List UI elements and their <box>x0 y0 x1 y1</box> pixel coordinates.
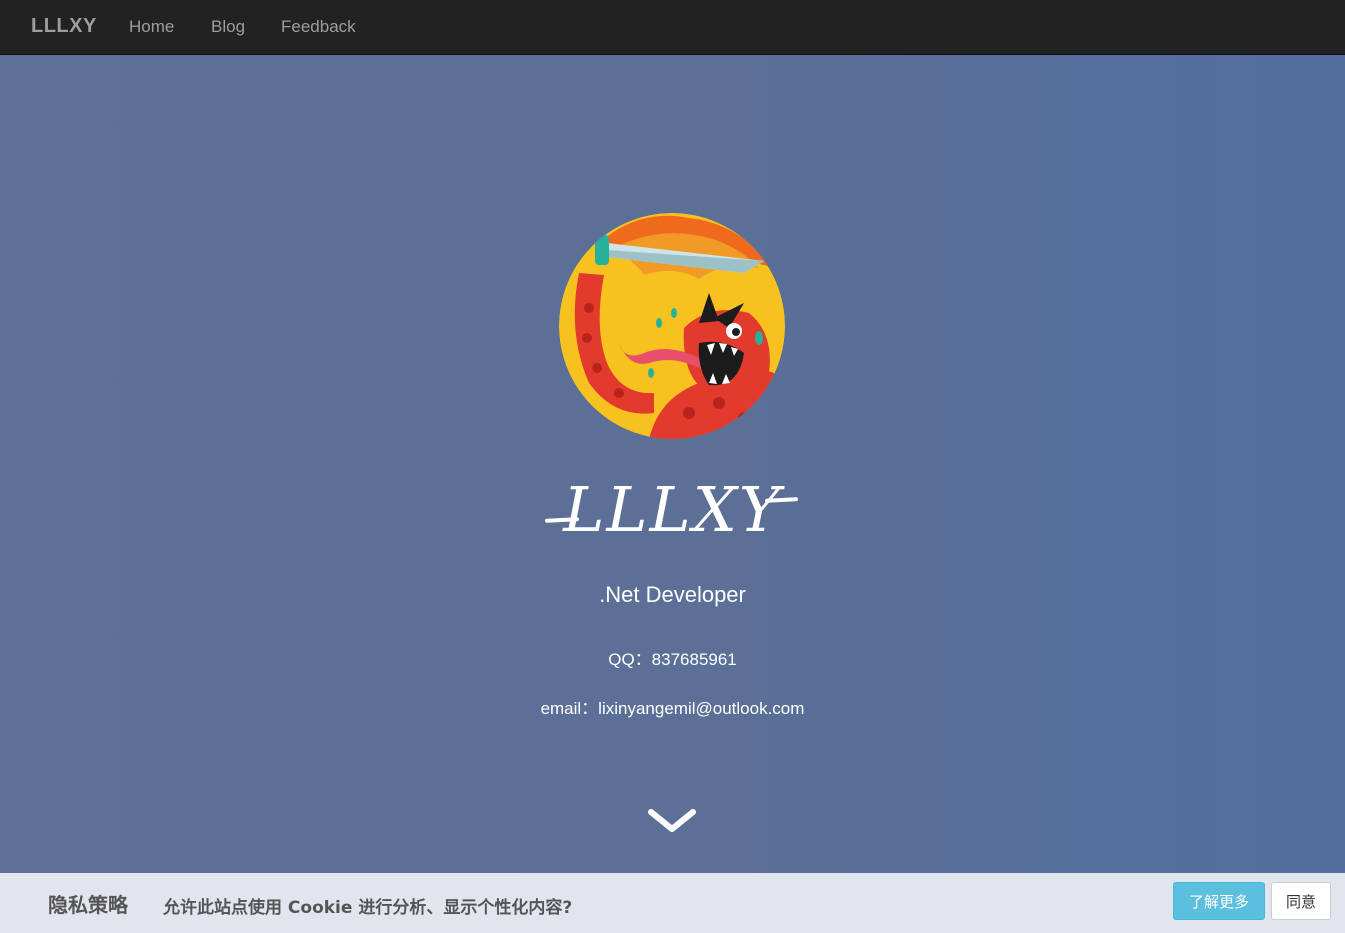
nav-home-link[interactable]: Home <box>129 17 174 37</box>
profile-role: .Net Developer <box>599 582 746 607</box>
profile-qq: QQ：837685961 <box>608 650 737 669</box>
nav-feedback-link[interactable]: Feedback <box>281 17 356 37</box>
top-navbar: LLLXY Home Blog Feedback <box>0 0 1345 55</box>
chevron-down-icon[interactable] <box>646 804 698 836</box>
profile-email: email：lixinyangemil@outlook.com <box>540 699 805 718</box>
hero-section <box>0 55 1345 873</box>
cookie-consent-bar: 隐私策略 允许此站点使用 Cookie 进行分析、显示个性化内容? 了解更多 同… <box>0 873 1345 933</box>
nav-blog-link[interactable]: Blog <box>211 17 245 37</box>
agree-button[interactable]: 同意 <box>1271 882 1331 920</box>
monster-avatar-icon <box>559 213 785 439</box>
brand-link[interactable]: LLLXY <box>31 15 97 38</box>
cookie-title: 隐私策略 <box>48 893 128 917</box>
cookie-message: 允许此站点使用 Cookie 进行分析、显示个性化内容? <box>163 898 573 918</box>
learn-more-button[interactable]: 了解更多 <box>1173 882 1265 920</box>
profile-name: LLLXY <box>563 473 782 546</box>
avatar <box>559 213 785 439</box>
